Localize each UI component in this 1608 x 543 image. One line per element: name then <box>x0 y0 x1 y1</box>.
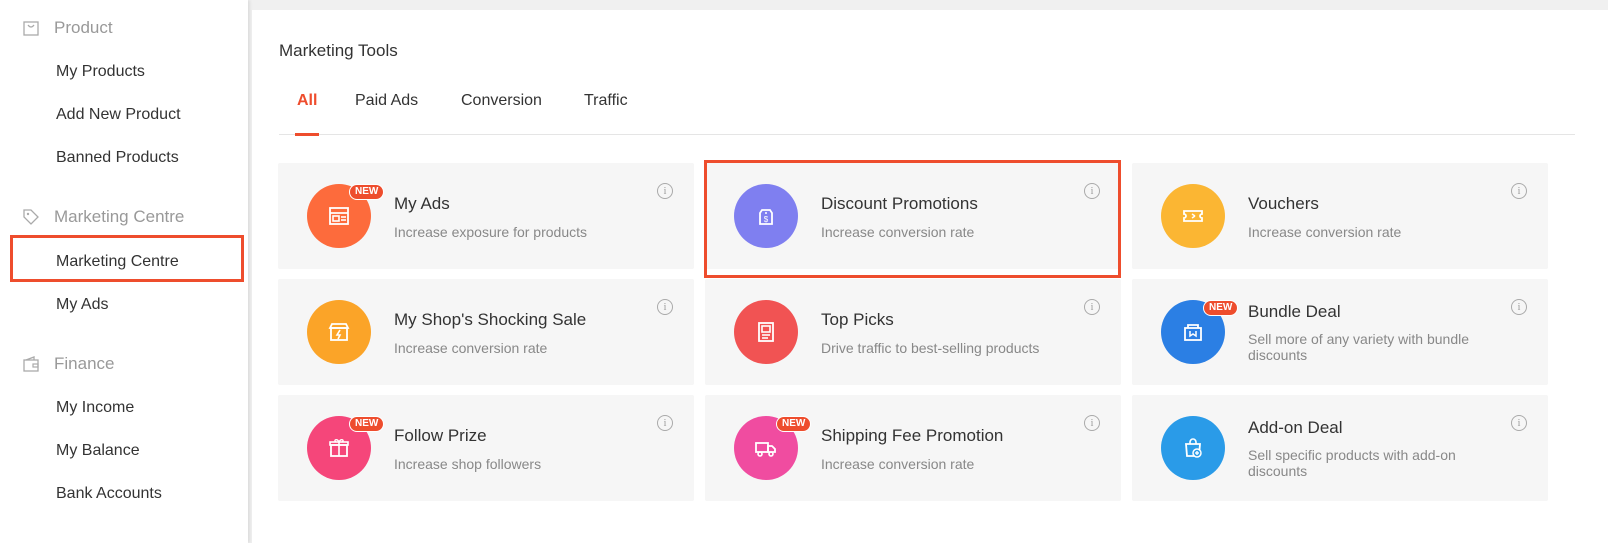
tool-card-shipping-fee-promotion[interactable]: NEW Shipping Fee Promotion Increase conv… <box>705 395 1121 501</box>
info-icon[interactable]: i <box>657 299 673 315</box>
sidebar-section-finance[interactable]: Finance <box>22 354 114 374</box>
tool-desc: Sell specific products with add-on disco… <box>1248 447 1456 479</box>
highlight-box <box>704 160 1121 278</box>
sidebar-section-label: Finance <box>54 354 115 373</box>
tool-card-my-ads[interactable]: NEW My Ads Increase exposure for product… <box>278 163 694 269</box>
tab-all[interactable]: All <box>294 90 320 136</box>
tool-card-vouchers[interactable]: Vouchers Increase conversion rate i <box>1132 163 1548 269</box>
tool-icon-circle <box>307 300 371 364</box>
bundle-icon <box>1184 324 1202 341</box>
tab-conversion[interactable]: Conversion <box>461 90 542 135</box>
bag-icon <box>22 19 40 37</box>
tool-card-shocking-sale[interactable]: My Shop's Shocking Sale Increase convers… <box>278 279 694 385</box>
new-badge: NEW <box>776 416 812 432</box>
shop-sale-icon <box>328 323 350 341</box>
info-icon[interactable]: i <box>1511 183 1527 199</box>
tab-traffic[interactable]: Traffic <box>584 90 628 135</box>
tool-title: Shipping Fee Promotion <box>821 426 1004 445</box>
top-picks-icon <box>758 322 774 342</box>
sidebar-section-label: Product <box>54 18 113 37</box>
tool-desc: Increase conversion rate <box>1248 224 1402 240</box>
sidebar-item-add-new-product[interactable]: Add New Product <box>56 106 181 124</box>
sidebar: Product My Products Add New Product Bann… <box>0 0 248 543</box>
tool-title: Vouchers <box>1248 194 1319 213</box>
new-badge: NEW <box>349 184 385 200</box>
info-icon[interactable]: i <box>1511 299 1527 315</box>
tag-icon <box>22 208 40 226</box>
sidebar-item-bank-accounts[interactable]: Bank Accounts <box>56 485 162 503</box>
sidebar-item-my-products[interactable]: My Products <box>56 63 145 81</box>
info-icon[interactable]: i <box>657 183 673 199</box>
sidebar-item-banned-products[interactable]: Banned Products <box>56 149 179 167</box>
sidebar-item-my-balance[interactable]: My Balance <box>56 442 140 460</box>
marketing-tools-panel: Marketing Tools All Paid Ads Conversion … <box>252 10 1608 543</box>
tool-card-follow-prize[interactable]: NEW Follow Prize Increase shop followers… <box>278 395 694 501</box>
sidebar-item-my-ads[interactable]: My Ads <box>56 296 108 314</box>
tool-desc: Increase conversion rate <box>394 340 548 356</box>
tool-title: Bundle Deal <box>1248 302 1341 321</box>
sidebar-section-label: Marketing Centre <box>54 207 185 226</box>
info-icon[interactable]: i <box>657 415 673 431</box>
page-title: Marketing Tools <box>279 41 398 60</box>
info-icon[interactable]: i <box>1084 415 1100 431</box>
voucher-icon <box>1183 210 1203 222</box>
ads-icon <box>329 207 349 225</box>
tool-title: Add-on Deal <box>1248 418 1343 437</box>
tool-title: Follow Prize <box>394 426 487 445</box>
tool-desc: Drive traffic to best-selling products <box>821 340 1040 356</box>
sidebar-section-product[interactable]: Product <box>22 18 113 38</box>
tab-bar: All Paid Ads Conversion Traffic <box>279 90 1575 136</box>
tool-icon-circle <box>1161 416 1225 480</box>
tool-desc: Increase conversion rate <box>821 456 975 472</box>
tab-paid-ads[interactable]: Paid Ads <box>355 90 418 135</box>
tool-icon-circle <box>734 300 798 364</box>
tool-icon-circle <box>1161 184 1225 248</box>
tool-card-add-on-deal[interactable]: Add-on Deal Sell specific products with … <box>1132 395 1548 501</box>
truck-icon <box>755 442 776 457</box>
info-icon[interactable]: i <box>1511 415 1527 431</box>
tool-card-bundle-deal[interactable]: NEW Bundle Deal Sell more of any variety… <box>1132 279 1548 385</box>
new-badge: NEW <box>349 416 385 432</box>
wallet-icon <box>22 355 40 373</box>
new-badge: NEW <box>1203 300 1239 316</box>
tool-title: Top Picks <box>821 310 894 329</box>
tool-title: My Shop's Shocking Sale <box>394 310 587 329</box>
info-icon[interactable]: i <box>1084 299 1100 315</box>
add-on-bag-icon <box>1185 438 1202 458</box>
tool-title: My Ads <box>394 194 450 213</box>
sidebar-section-marketing[interactable]: Marketing Centre <box>22 207 184 227</box>
tool-card-top-picks[interactable]: Top Picks Drive traffic to best-selling … <box>705 279 1121 385</box>
highlight-box <box>10 235 244 282</box>
tool-desc: Sell more of any variety with bundle dis… <box>1248 331 1469 363</box>
tool-desc: Increase exposure for products <box>394 224 587 240</box>
sidebar-item-my-income[interactable]: My Income <box>56 399 134 417</box>
tool-desc: Increase shop followers <box>394 456 542 472</box>
gift-icon <box>329 439 349 457</box>
